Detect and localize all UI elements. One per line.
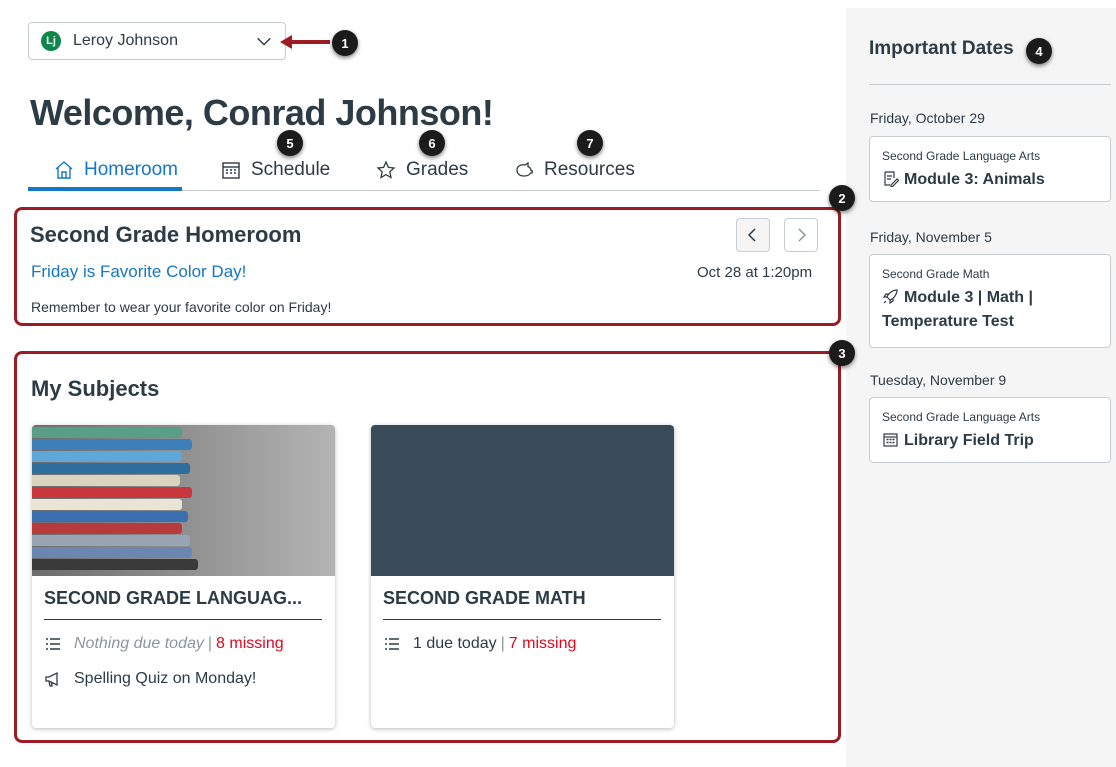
callout-badge-3: 3 [829,340,855,366]
callout-badge-4: 4 [1026,38,1052,64]
account-switcher-dropdown[interactable]: Lj Leroy Johnson [28,22,286,60]
star-icon [376,160,396,179]
tab-homeroom[interactable]: Homeroom [54,150,178,190]
course-color-banner [371,425,674,576]
account-name: Leroy Johnson [73,32,178,49]
active-tab-indicator [28,187,182,191]
tab-bar: Homeroom Schedule Grades Resources [28,150,820,191]
previous-announcement-button[interactable] [736,218,770,252]
tab-resources[interactable]: Resources [514,150,635,190]
subject-card-status: 1 due today | 7 missing [383,635,576,653]
callout-badge-1: 1 [332,30,358,56]
page-title: Welcome, Conrad Johnson! [30,92,494,133]
subject-card-announcement[interactable]: Spelling Quiz on Monday! [44,670,256,688]
due-today-link[interactable]: 1 due today [413,635,497,653]
announcement-title-link[interactable]: Friday is Favorite Color Day! [31,262,246,282]
dates-divider [869,84,1111,85]
subject-card-status: Nothing due today | 8 missing [44,635,284,653]
important-date-title[interactable]: Library Field Trip [882,429,1034,453]
list-icon [46,638,60,650]
megaphone-icon [45,671,58,687]
announcement-body: Remember to wear your favorite color on … [31,299,332,315]
tab-schedule[interactable]: Schedule [221,150,330,190]
date-heading: Friday, October 29 [870,110,985,126]
subject-card-title[interactable]: SECOND GRADE MATH [383,588,586,609]
piggy-bank-icon [516,161,534,177]
chevron-left-icon [747,228,756,242]
tab-label: Grades [406,159,469,180]
calendar-icon [883,433,898,447]
list-icon [385,638,399,650]
calendar-icon [222,162,240,179]
callout-badge-6: 6 [419,130,445,156]
tab-label: Resources [544,159,635,180]
callout-badge-5: 5 [277,130,303,156]
books-image [32,425,335,576]
callout-badge-7: 7 [577,130,603,156]
homeroom-title: Second Grade Homeroom [30,222,302,247]
announcement-date: Oct 28 at 1:20pm [697,264,813,281]
date-heading: Tuesday, November 9 [870,372,1007,388]
callout-arrow-head [280,35,292,49]
assignment-icon [884,171,900,188]
missing-count-link[interactable]: 8 missing [216,635,284,653]
important-date-item[interactable]: Second Grade Math Module 3 | Math | Tempe… [869,254,1111,348]
subject-card-title[interactable]: SECOND GRADE LANGUAG... [44,588,302,609]
card-divider [383,619,661,620]
next-announcement-button[interactable] [784,218,818,252]
tab-label: Schedule [251,159,331,180]
tab-grades[interactable]: Grades [376,150,468,190]
chevron-down-icon [257,37,271,46]
home-icon [55,161,73,179]
subject-card-language-arts[interactable]: SECOND GRADE LANGUAG... Nothing due toda… [32,425,335,728]
tab-label: Homeroom [84,159,178,180]
important-date-title[interactable]: Module 3: Animals [882,168,1045,192]
important-date-title[interactable]: Module 3 | Math | Temperature Test [882,286,1033,334]
chevron-right-icon [798,228,807,242]
missing-count-link[interactable]: 7 missing [509,635,577,653]
important-dates-heading: Important Dates [869,38,1014,59]
card-divider [44,619,322,620]
my-subjects-heading: My Subjects [31,376,160,401]
subject-card-math[interactable]: SECOND GRADE MATH 1 due today | 7 missing [371,425,674,728]
avatar: Lj [41,31,61,51]
important-date-item[interactable]: Second Grade Language Arts Module 3: Ani… [869,136,1111,202]
callout-badge-2: 2 [829,185,855,211]
callout-arrow [286,40,330,44]
important-date-item[interactable]: Second Grade Language Arts Library Field… [869,397,1111,463]
quiz-rocket-icon [882,289,898,305]
date-heading: Friday, November 5 [870,229,992,245]
